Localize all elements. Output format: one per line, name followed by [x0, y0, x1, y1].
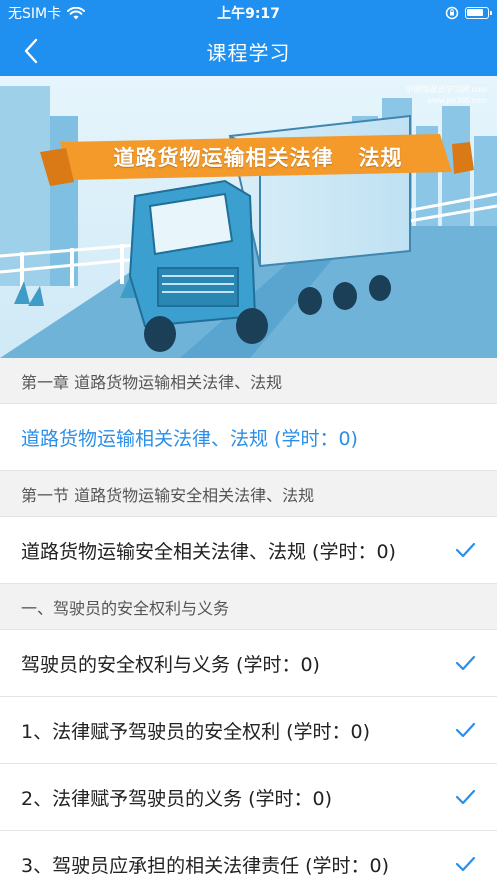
list-item[interactable]: 3、驾驶员应承担的相关法律责任 (学时：0) — [0, 831, 497, 883]
chapter-lesson-label: 道路货物运输相关法律、法规 (学时：0) — [21, 427, 358, 450]
list-item-label: 1、法律赋予驾驶员的安全权利 (学时：0) — [21, 720, 371, 743]
checkmark-icon — [455, 542, 476, 558]
list-item-label: 2、法律赋予驾驶员的义务 (学时：0) — [21, 787, 333, 810]
list-item[interactable]: 2、法律赋予驾驶员的义务 (学时：0) — [0, 764, 497, 831]
carrier-label: 无SIM卡 — [8, 6, 62, 22]
course-banner: 道路货物运输相关法律 法规 中国驾驶员学习网.com www.jsy365.co… — [0, 76, 497, 358]
checkmark-icon — [455, 722, 476, 738]
status-bar: 无SIM卡 上午9:17 — [0, 0, 497, 26]
section-lesson-row[interactable]: 道路货物运输安全相关法律、法规 (学时：0) — [0, 517, 497, 584]
checkmark-icon — [455, 856, 476, 872]
section-lesson-label: 道路货物运输安全相关法律、法规 (学时：0) — [21, 540, 396, 563]
battery-icon — [465, 7, 492, 19]
subsection-header: 一、驾驶员的安全权利与义务 — [0, 584, 497, 630]
checkmark-icon — [455, 789, 476, 805]
list-item-label: 3、驾驶员应承担的相关法律责任 (学时：0) — [21, 854, 390, 877]
nav-bar: 课程学习 — [0, 26, 497, 76]
status-left: 无SIM卡 — [8, 3, 86, 23]
banner-title: 道路货物运输相关法律 法规 — [113, 146, 403, 170]
page-title: 课程学习 — [206, 40, 291, 65]
watermark-line1: 中国驾驶员学习网.com — [405, 85, 487, 94]
list-item-label: 驾驶员的安全权利与义务 (学时：0) — [21, 653, 320, 676]
wifi-icon — [67, 6, 86, 19]
watermark-line2: www.jsy365.com — [427, 96, 487, 105]
chapter-lesson-row[interactable]: 道路货物运输相关法律、法规 (学时：0) — [0, 404, 497, 471]
list-item[interactable]: 驾驶员的安全权利与义务 (学时：0) — [0, 630, 497, 697]
banner-illustration — [0, 76, 497, 358]
back-chevron-icon[interactable] — [18, 37, 46, 65]
status-right — [445, 6, 492, 20]
course-list: 第一章 道路货物运输相关法律、法规 道路货物运输相关法律、法规 (学时：0) 第… — [0, 358, 497, 883]
orientation-lock-icon — [445, 6, 459, 20]
chapter-header: 第一章 道路货物运输相关法律、法规 — [0, 358, 497, 404]
section-header: 第一节 道路货物运输安全相关法律、法规 — [0, 471, 497, 517]
checkmark-icon — [455, 655, 476, 671]
list-item[interactable]: 1、法律赋予驾驶员的安全权利 (学时：0) — [0, 697, 497, 764]
banner-watermark: 中国驾驶员学习网.com www.jsy365.com — [406, 84, 487, 106]
